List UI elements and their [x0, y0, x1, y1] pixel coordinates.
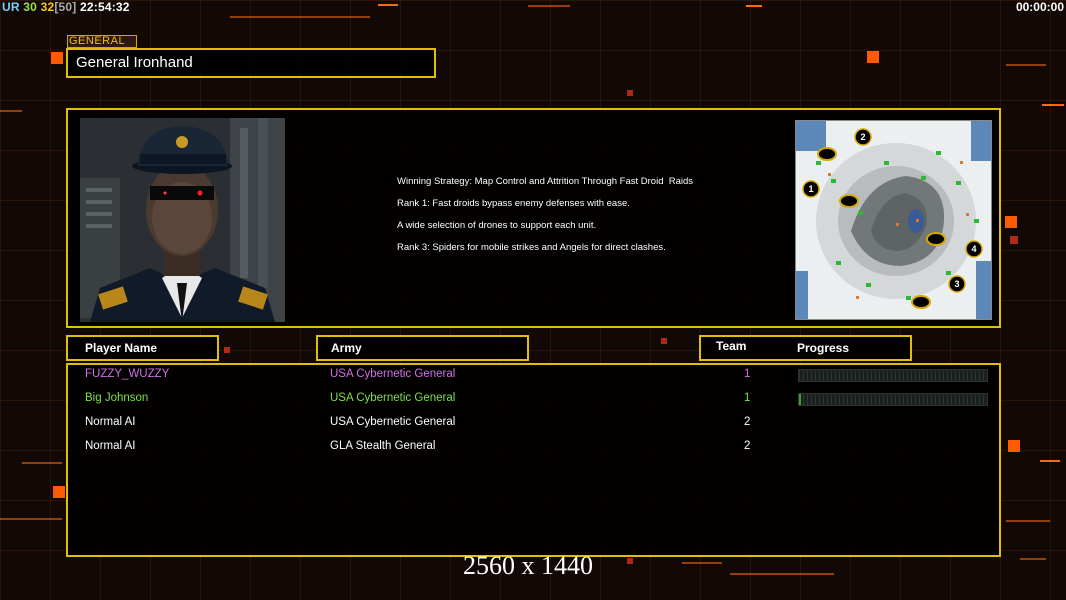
map-preview: 1 2 3 4 [795, 120, 992, 320]
player-army: GLA Stealth General [330, 440, 436, 452]
player-name: Normal AI [85, 416, 136, 428]
player-name: Normal AI [85, 440, 136, 452]
deco-line [682, 562, 722, 564]
deco-line [1040, 460, 1060, 462]
deco-square [53, 486, 65, 498]
resolution-label: 2560 x 1440 [463, 551, 593, 580]
hud-ur-label: UR [2, 0, 20, 14]
deco-square [627, 90, 633, 96]
general-portrait [80, 118, 285, 322]
header-team-label: Team [716, 339, 747, 353]
general-name: General Ironhand [66, 48, 436, 78]
strategy-line: Winning Strategy: Map Control and Attrit… [397, 176, 694, 187]
strategy-line: Rank 3: Spiders for mobile strikes and A… [397, 242, 666, 253]
deco-line [22, 462, 62, 464]
deco-square [627, 558, 633, 564]
player-list: FUZZY_WUZZY USA Cybernetic General 1 Big… [66, 363, 1001, 557]
strategy-line: A wide selection of drones to support ea… [397, 220, 597, 231]
header-army-label: Army [331, 341, 362, 355]
map-spawn-3: 3 [954, 279, 959, 289]
deco-square [51, 52, 63, 64]
hud-value-3: [50] [54, 0, 77, 14]
deco-square [1008, 440, 1020, 452]
header-player-name-label: Player Name [85, 341, 158, 355]
deco-line [1042, 104, 1064, 106]
deco-line [1006, 64, 1046, 66]
hud-value-2: 32 [40, 0, 55, 14]
deco-square [1005, 216, 1017, 228]
player-army: USA Cybernetic General [330, 416, 456, 428]
player-team: 1 [744, 368, 751, 380]
player-row[interactable]: Normal AI GLA Stealth General 2 [68, 440, 999, 460]
player-army: USA Cybernetic General [330, 392, 456, 404]
deco-line [378, 4, 398, 6]
player-team: 1 [744, 392, 751, 404]
deco-line [0, 110, 22, 112]
header-progress-label: Progress [797, 341, 850, 355]
hud-value-1: 30 [23, 0, 38, 14]
deco-line [1006, 520, 1050, 522]
player-name: FUZZY_WUZZY [85, 368, 170, 380]
player-team: 2 [744, 440, 751, 452]
deco-square [1010, 236, 1018, 244]
deco-line [1020, 558, 1046, 560]
player-row[interactable]: Big Johnson USA Cybernetic General 1 [68, 392, 999, 412]
general-info-panel: Winning Strategy: Map Control and Attrit… [66, 108, 1001, 328]
deco-line [230, 16, 370, 18]
deco-line [528, 5, 570, 7]
player-army: USA Cybernetic General [330, 368, 456, 380]
player-progress-bar [798, 393, 988, 406]
deco-line [746, 5, 762, 7]
player-progress-fill [799, 394, 801, 405]
hud-clock: 22:54:32 [80, 0, 130, 14]
strategy-description: Winning Strategy: Map Control and Attrit… [397, 176, 697, 264]
hud-stats: UR 30 32[50] 22:54:32 [2, 0, 130, 14]
player-progress-bar [798, 369, 988, 382]
player-name: Big Johnson [85, 392, 149, 404]
player-row[interactable]: Normal AI USA Cybernetic General 2 [68, 416, 999, 436]
hud-timer: 00:00:00 [1015, 0, 1064, 14]
header-player-name: Player Name [66, 335, 219, 361]
map-spawn-4: 4 [971, 244, 976, 254]
deco-square [661, 338, 667, 344]
map-spawn-1: 1 [808, 184, 813, 194]
header-team-progress: Team Progress [699, 335, 912, 361]
deco-square [867, 51, 879, 63]
deco-line [730, 573, 834, 575]
deco-line [0, 518, 62, 520]
player-team: 2 [744, 416, 751, 428]
map-spawn-2: 2 [860, 132, 865, 142]
general-section-label: GENERAL [67, 35, 137, 48]
deco-square [224, 347, 230, 353]
strategy-line: Rank 1: Fast droids bypass enemy defense… [397, 198, 630, 209]
player-row[interactable]: FUZZY_WUZZY USA Cybernetic General 1 [68, 368, 999, 388]
header-army: Army [316, 335, 529, 361]
